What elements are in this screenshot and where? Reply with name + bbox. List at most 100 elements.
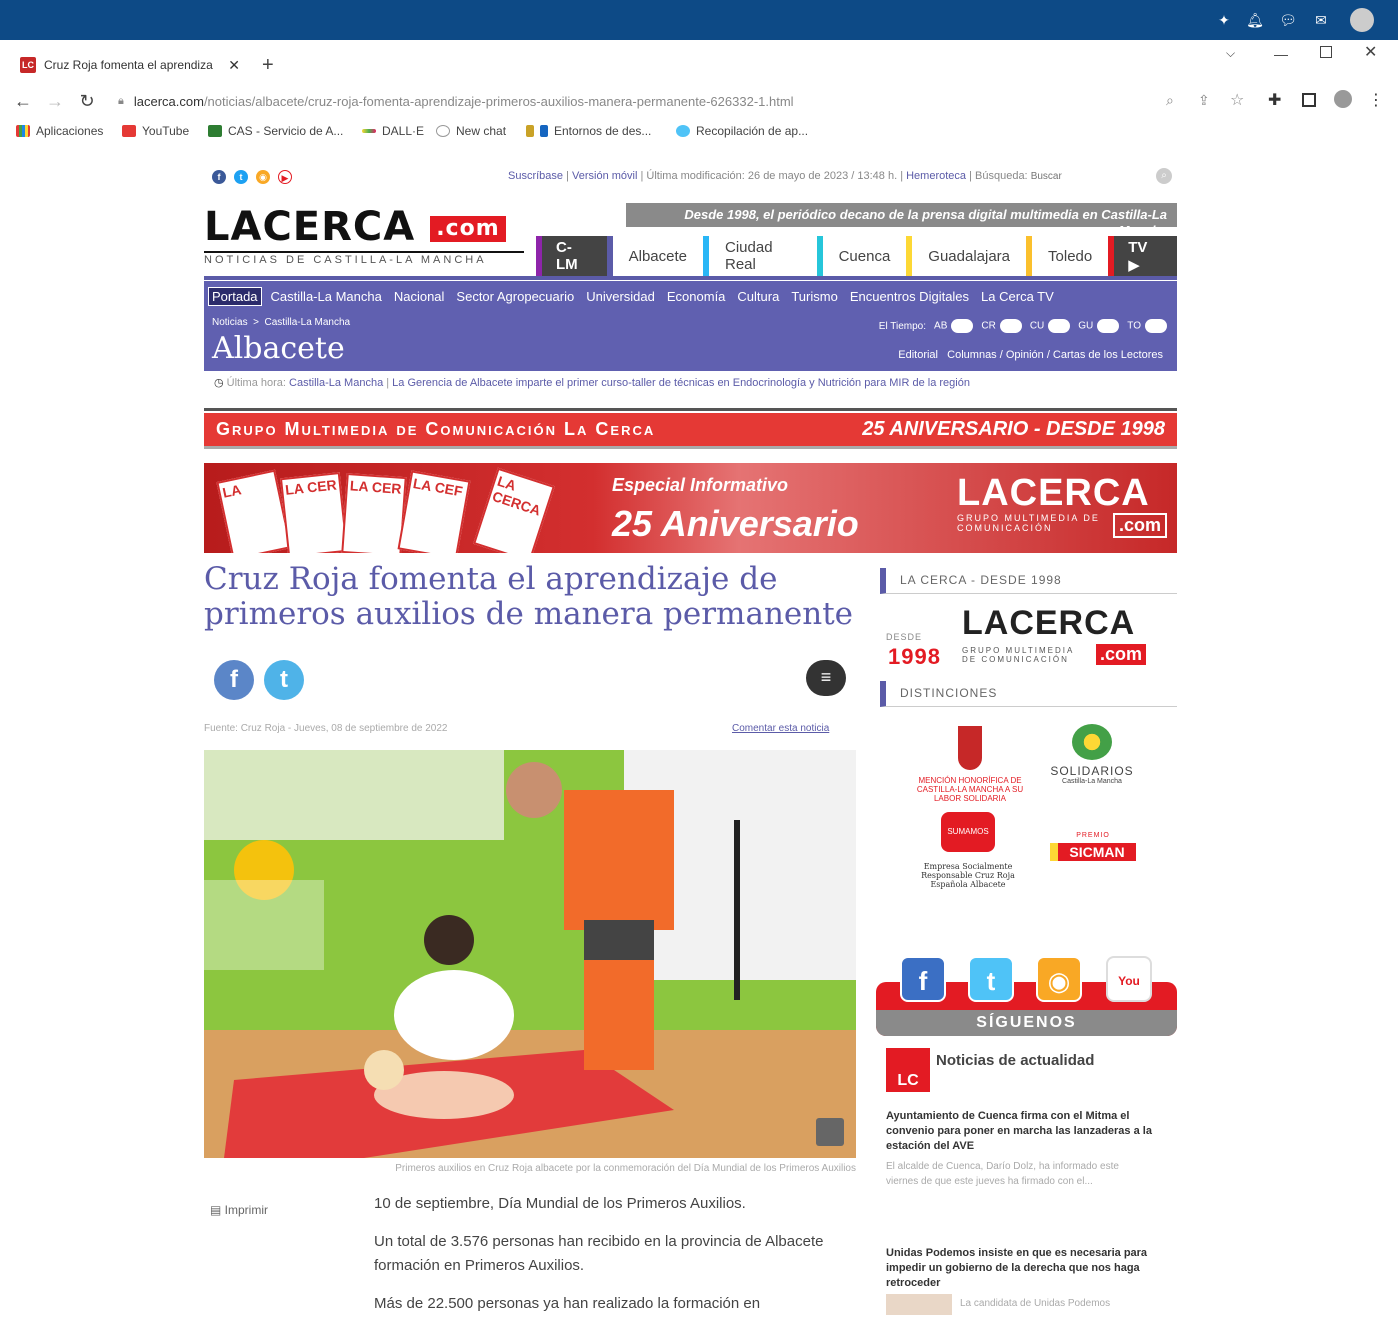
- news-item-title[interactable]: Unidas Podemos insiste en que es necesar…: [886, 1246, 1156, 1291]
- site-search-input[interactable]: [1030, 171, 1091, 182]
- twitter-icon[interactable]: t: [234, 170, 248, 184]
- section-title: Albacete: [212, 331, 345, 366]
- print-button[interactable]: ▤ Imprimir: [210, 1203, 268, 1217]
- archive-link[interactable]: Hemeroteca: [906, 170, 966, 182]
- menu-icon[interactable]: ⋮: [1368, 90, 1384, 110]
- nav-turismo[interactable]: Turismo: [785, 289, 843, 304]
- share-facebook-icon[interactable]: f: [214, 660, 254, 700]
- close-tab-icon[interactable]: ✕: [228, 57, 240, 74]
- region-cuenca[interactable]: Cuenca: [816, 236, 907, 276]
- star-icon[interactable]: ☆: [1230, 90, 1244, 110]
- os-taskbar: ✦ 🔔︎ 💬︎ ✉: [0, 0, 1398, 40]
- share-twitter-icon[interactable]: t: [264, 660, 304, 700]
- search-label: Búsqueda:: [975, 170, 1028, 182]
- weather-to[interactable]: TO: [1127, 319, 1167, 333]
- nav-encuentros-digitales[interactable]: Encuentros Digitales: [844, 289, 975, 304]
- bookmark-entornos[interactable]: Entornos de des...: [526, 124, 651, 138]
- nav-la-cerca-tv[interactable]: La Cerca TV: [975, 289, 1060, 304]
- nav-economia[interactable]: Economía: [661, 289, 732, 304]
- mobile-link[interactable]: Versión móvil: [572, 170, 637, 182]
- extensions-icon[interactable]: ✚: [1268, 90, 1281, 110]
- follow-us-widget: SÍGUENOS f t ◉ You: [876, 952, 1177, 1038]
- favicon-icon: LC: [20, 57, 36, 73]
- weather-gu[interactable]: GU: [1078, 319, 1120, 333]
- special-report-banner[interactable]: LA LA CER LA CER LA CEF LA CERCA Especia…: [204, 463, 1177, 553]
- new-tab-icon[interactable]: +: [262, 54, 274, 77]
- region-clm[interactable]: C-LM: [536, 236, 607, 276]
- bell-icon[interactable]: 🔔︎: [1245, 10, 1265, 30]
- region-guadalajara[interactable]: Guadalajara: [906, 236, 1026, 276]
- distinction-sicman[interactable]: PREMIO SICMAN: [1050, 832, 1136, 861]
- paragraph: Un total de 3.576 personas han recibido …: [374, 1233, 824, 1274]
- follow-facebook-icon[interactable]: f: [900, 956, 946, 1002]
- anniversary-banner[interactable]: Grupo Multimedia de Comunicación La Cerc…: [204, 413, 1177, 449]
- bookmark-youtube[interactable]: YouTube: [122, 124, 189, 138]
- youtube-icon[interactable]: ▶: [278, 170, 292, 184]
- sidebar-logo[interactable]: DESDE 1998 LACERCA GRUPO MULTIMEDIA DE C…: [886, 604, 1166, 670]
- youtube-icon: [122, 125, 136, 137]
- follow-twitter-icon[interactable]: t: [968, 956, 1014, 1002]
- divider: [204, 408, 1177, 411]
- article-body: 10 de septiembre, Día Mundial de los Pri…: [374, 1192, 834, 1330]
- forward-icon[interactable]: →: [44, 90, 66, 112]
- chevron-down-icon[interactable]: ⌵: [1226, 46, 1235, 61]
- bookmark-apps[interactable]: Aplicaciones: [16, 124, 103, 138]
- globe-icon: [676, 125, 690, 137]
- weather-ab[interactable]: AB: [934, 319, 974, 333]
- facebook-icon[interactable]: f: [212, 170, 226, 184]
- region-tv[interactable]: TV ▶: [1108, 236, 1177, 276]
- close-window-icon[interactable]: ✕: [1364, 42, 1377, 62]
- bookmark-newchat[interactable]: New chat: [436, 124, 506, 138]
- opinion-links[interactable]: Editorial Columnas / Opinión / Cartas de…: [898, 349, 1163, 361]
- comment-link[interactable]: Comentar esta noticia: [732, 723, 829, 734]
- region-albacete[interactable]: Albacete: [606, 236, 703, 276]
- share-icon[interactable]: ⇪: [1198, 92, 1210, 109]
- weather-cu[interactable]: CU: [1030, 319, 1071, 333]
- browser-tab[interactable]: LC Cruz Roja fomenta el aprendiza ✕: [10, 47, 250, 83]
- breadcrumb[interactable]: Noticias > Castilla-La Mancha: [212, 317, 350, 328]
- nav-cultura[interactable]: Cultura: [731, 289, 785, 304]
- distinction-mencion[interactable]: MENCIÓN HONORÍFICA DE CASTILLA-LA MANCHA…: [910, 726, 1030, 803]
- breaking-news-ticker[interactable]: ◷ Última hora: Castilla-La Mancha | La G…: [214, 376, 1177, 392]
- subscribe-link[interactable]: Suscríbase: [508, 170, 563, 182]
- reload-icon[interactable]: ↻: [76, 90, 98, 112]
- site-logo[interactable]: LACERCA .com NOTICIAS DE CASTILLA-LA MAN…: [204, 205, 524, 267]
- cloud-icon: [999, 319, 1022, 333]
- distinction-solidarios[interactable]: SOLIDARIOS Castilla-La Mancha: [1040, 724, 1144, 785]
- region-ciudad-real[interactable]: Ciudad Real: [703, 236, 817, 276]
- nav-portada[interactable]: Portada: [208, 286, 262, 306]
- news-item-thumbnail[interactable]: [886, 1294, 952, 1315]
- follow-youtube-icon[interactable]: You: [1106, 956, 1152, 1002]
- follow-rss-icon[interactable]: ◉: [1036, 956, 1082, 1002]
- pin-icon[interactable]: ✦: [1214, 10, 1234, 30]
- article-headline: Cruz Roja fomenta el aprendizaje de prim…: [204, 561, 854, 632]
- nav-nacional[interactable]: Nacional: [388, 289, 451, 304]
- slogan-bar: Desde 1998, el periódico decano de la pr…: [626, 203, 1177, 238]
- maximize-icon[interactable]: [1320, 46, 1332, 58]
- comments-icon[interactable]: ≡: [806, 660, 846, 696]
- nav-castilla-la-mancha[interactable]: Castilla-La Mancha: [265, 289, 388, 304]
- bookmark-cas[interactable]: CAS - Servicio de A...: [208, 124, 343, 138]
- back-icon[interactable]: ←: [12, 90, 34, 112]
- distinction-sumamos[interactable]: SUMAMOS Empresa Socialmente Responsable …: [906, 812, 1030, 889]
- profile-icon[interactable]: [1334, 90, 1352, 108]
- mail-icon[interactable]: ✉: [1311, 10, 1331, 30]
- address-bar[interactable]: 🔒︎ lacerca.com /noticias/albacete/cruz-r…: [118, 90, 1258, 112]
- article-photo[interactable]: [204, 750, 856, 1158]
- minimize-icon[interactable]: —: [1274, 46, 1288, 62]
- weather-cr[interactable]: CR: [981, 319, 1022, 333]
- cloud-icon: [951, 319, 974, 333]
- rss-icon[interactable]: ◉: [256, 170, 270, 184]
- region-toledo[interactable]: Toledo: [1026, 236, 1108, 276]
- nav-sector-agropecuario[interactable]: Sector Agropecuario: [450, 289, 580, 304]
- bookmark-dalle[interactable]: DALL·E: [362, 124, 424, 138]
- bookmark-recopilacion[interactable]: Recopilación de ap...: [676, 124, 808, 138]
- sidepanel-icon[interactable]: [1302, 93, 1316, 107]
- news-item-title[interactable]: Ayuntamiento de Cuenca firma con el Mitm…: [886, 1109, 1156, 1154]
- nav-universidad[interactable]: Universidad: [580, 289, 661, 304]
- search-icon[interactable]: ⌕: [1156, 168, 1172, 184]
- search-icon[interactable]: ⌕: [1166, 92, 1174, 109]
- last-modified: Última modificación: 26 de mayo de 2023 …: [646, 170, 898, 182]
- avatar[interactable]: [1350, 8, 1374, 32]
- chat-icon[interactable]: 💬︎: [1278, 10, 1298, 30]
